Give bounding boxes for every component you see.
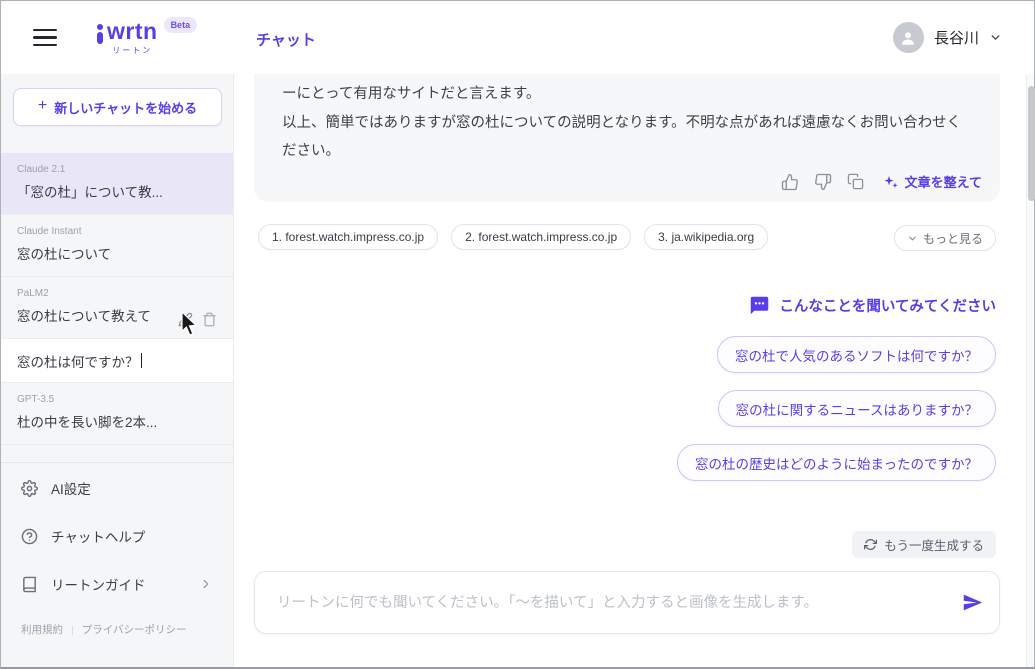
sidebar-item-guide[interactable]: リートンガイド <box>1 560 233 608</box>
scrollbar[interactable] <box>1026 74 1035 667</box>
guide-icon <box>21 576 38 593</box>
sidebar-item-ai-settings[interactable]: AI設定 <box>1 464 233 512</box>
user-icon <box>902 31 915 45</box>
chat-history-list: Claude 2.1 「窓の杜」について教... Claude Instant … <box>1 153 233 445</box>
chevron-down-icon <box>909 236 916 240</box>
pencil-icon <box>178 312 193 327</box>
nav-tab-chat[interactable]: チャット <box>256 29 316 50</box>
sidebar-item-label: チャットヘルプ <box>51 530 146 545</box>
chat-title-edit[interactable]: 窓の杜は何ですか？ <box>1 339 233 383</box>
message-text: 以上、簡単ではありますが窓の杜についての説明となります。不明な点があれば遠慮なく… <box>282 114 962 160</box>
suggestion-chip[interactable]: 窓の杜で人気のあるソフトは何ですか？ <box>717 336 996 373</box>
thumbs-up-icon <box>781 173 798 190</box>
privacy-link[interactable]: プライバシーポリシー <box>82 622 187 637</box>
suggestions-title: こんなことを聞いてみてください <box>779 299 996 315</box>
logo-subtext: リートン <box>112 46 153 55</box>
logo-text: wrtn <box>107 18 158 44</box>
copy-button[interactable] <box>847 173 864 190</box>
message-actions: 文章を整えて <box>781 172 982 191</box>
more-button[interactable]: もっと見る <box>893 225 996 251</box>
chat-history-item[interactable]: Claude 2.1 「窓の杜」について教... <box>1 153 233 215</box>
sidebar: + 新しいチャットを始める Claude 2.1 「窓の杜」について教... C… <box>1 74 234 667</box>
thumbs-down-button[interactable] <box>814 173 832 191</box>
chat-title: 杜の中を長い脚を2本... <box>17 415 158 430</box>
assistant-message: ーにとって有用なサイトだと言えます。 以上、簡単ではありますが窓の杜についての説… <box>254 74 1000 202</box>
trash-icon <box>203 312 216 327</box>
chat-model-label: Claude Instant <box>17 226 82 237</box>
chat-input[interactable] <box>255 572 999 633</box>
chat-history-item[interactable]: PaLM2 窓の杜について教えて <box>1 277 233 339</box>
suggestion-chip[interactable]: 窓の杜の歴史はどのように始まったのですか？ <box>677 444 996 481</box>
regenerate-label: もう一度生成する <box>884 539 984 553</box>
more-label: もっと見る <box>922 231 983 246</box>
sidebar-item-label: リートンガイド <box>51 578 146 593</box>
chat-model-label: GPT-3.5 <box>17 394 55 405</box>
delete-button[interactable] <box>202 312 217 327</box>
header: wrtn リートン Beta チャット 長谷川 <box>1 1 1034 74</box>
terms-link[interactable]: 利用規約 <box>21 622 63 637</box>
source-chip[interactable]: 1. forest.watch.impress.co.jp <box>258 224 439 250</box>
polish-button[interactable]: 文章を整えて <box>883 172 982 191</box>
thumbs-down-icon <box>814 173 831 190</box>
edit-button[interactable] <box>178 312 193 327</box>
suggestion-chip[interactable]: 窓の杜に関するニュースはありますか？ <box>717 390 996 427</box>
hamburger-icon <box>33 28 57 32</box>
user-name: 長谷川 <box>933 30 979 47</box>
source-chip[interactable]: 3. ja.wikipedia.org <box>644 224 769 250</box>
copy-icon <box>847 173 863 190</box>
chevron-down-icon <box>991 35 1000 40</box>
chat-history-item[interactable]: Claude Instant 窓の杜について <box>1 215 233 277</box>
chat-history-item[interactable]: GPT-3.5 杜の中を長い脚を2本... <box>1 383 233 445</box>
chat-bubble-icon <box>751 296 769 315</box>
gear-icon <box>21 479 38 497</box>
menu-button[interactable] <box>33 27 61 48</box>
source-chip[interactable]: 2. forest.watch.impress.co.jp <box>451 224 632 250</box>
beta-badge: Beta <box>163 17 198 33</box>
polish-label: 文章を整えて <box>904 175 982 190</box>
regenerate-button[interactable]: もう一度生成する <box>852 531 996 558</box>
source-chips: 1. forest.watch.impress.co.jp 2. forest.… <box>258 224 769 250</box>
plus-icon: + <box>37 97 48 114</box>
send-icon <box>963 594 983 611</box>
user-menu[interactable]: 長谷川 <box>892 22 1002 53</box>
logo[interactable]: wrtn リートン Beta <box>97 17 198 56</box>
text-caret <box>140 353 142 368</box>
chat-title: 窓の杜について <box>17 247 112 262</box>
thumbs-up-button[interactable] <box>781 173 799 191</box>
new-chat-label: 新しいチャットを始める <box>54 100 198 116</box>
sidebar-menu: AI設定 チャットヘルプ リートンガイド <box>1 464 233 608</box>
message-text: ーにとって有用なサイトだと言えます。 <box>282 86 541 102</box>
refresh-icon <box>864 539 878 550</box>
chat-input-container <box>254 571 1000 634</box>
sidebar-item-chat-help[interactable]: チャットヘルプ <box>1 512 233 560</box>
sidebar-item-label: AI設定 <box>51 482 91 497</box>
logo-mark-icon <box>97 24 104 44</box>
chat-title: 窓の杜は何ですか？ <box>17 354 139 370</box>
sparkles-icon <box>883 175 898 188</box>
chat-title: 「窓の杜」について教... <box>17 185 163 200</box>
chat-model-label: Claude 2.1 <box>17 164 66 175</box>
avatar <box>892 22 924 53</box>
help-icon <box>21 528 38 545</box>
suggestions-header: こんなことを聞いてみてください <box>749 295 996 316</box>
legal-links: 利用規約 | プライバシーポリシー <box>21 622 187 637</box>
scrollbar-thumb[interactable] <box>1027 86 1035 201</box>
chat-model-label: PaLM2 <box>17 288 49 299</box>
chevron-right-icon <box>199 577 213 591</box>
new-chat-button[interactable]: + 新しいチャットを始める <box>13 88 222 126</box>
legal-separator: | <box>71 623 74 636</box>
send-button[interactable] <box>962 592 983 613</box>
chat-main: ーにとって有用なサイトだと言えます。 以上、簡単ではありますが窓の杜についての説… <box>234 74 1026 667</box>
app-window: wrtn リートン Beta チャット 長谷川 + 新しいチャットを始める Cl… <box>0 0 1035 669</box>
divider <box>1 462 233 463</box>
